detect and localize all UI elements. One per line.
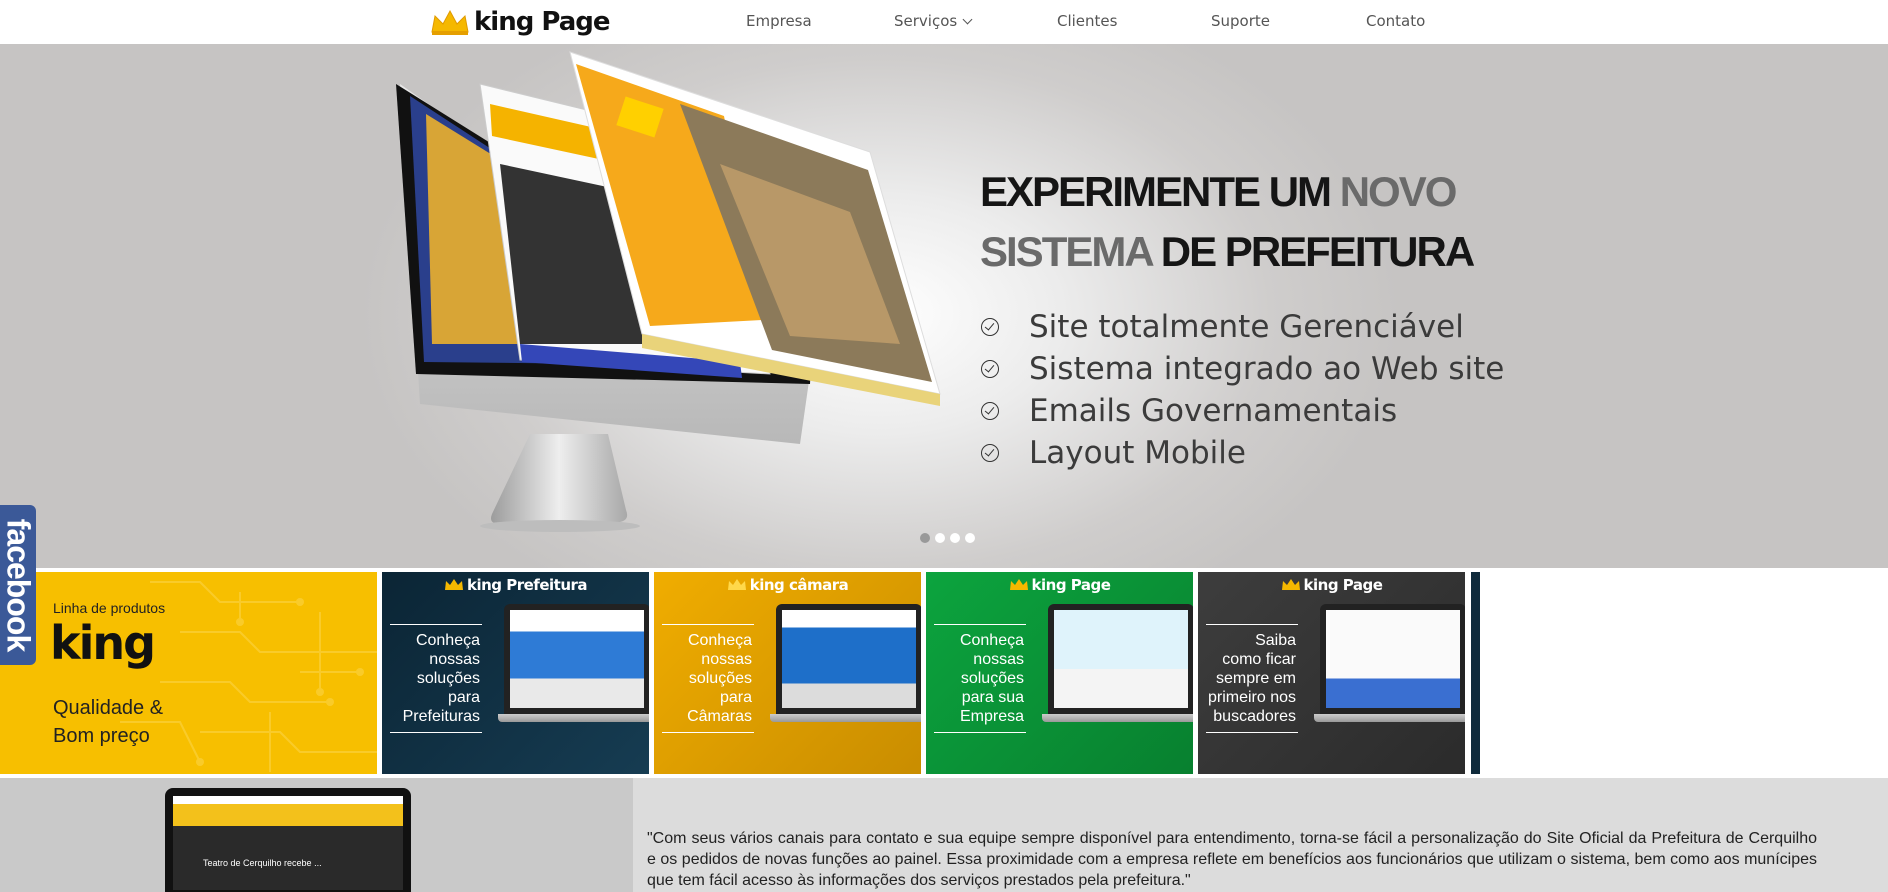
facebook-tab[interactable]: facebook: [0, 505, 37, 665]
crown-icon: [1009, 579, 1028, 590]
product-card-empresa[interactable]: king Page Conheça nossas soluções para s…: [926, 572, 1193, 774]
monitor-image: Teatro de Cerquilho recebe ...: [165, 788, 411, 892]
nav-label: Serviços: [894, 12, 958, 30]
intro-brand: king: [50, 616, 156, 670]
card-line: para: [719, 689, 752, 706]
slider-dots: [920, 533, 975, 543]
check-circle-icon: [981, 444, 999, 462]
feature-item: Sistema integrado ao Web site: [980, 348, 1504, 390]
headline-part: DE PREFEITURA: [1151, 228, 1475, 275]
screen-caption: Teatro de Cerquilho recebe ...: [203, 858, 322, 868]
feature-label: Emails Governamentais: [1029, 393, 1398, 429]
card-line: Conheça: [415, 632, 480, 649]
product-card-buscadores[interactable]: king Page Saiba como ficar sempre em pri…: [1198, 572, 1465, 774]
feature-label: Site totalmente Gerenciável: [1029, 309, 1464, 345]
product-card-prefeitura[interactable]: king Prefeitura Conheça nossas soluções …: [382, 572, 649, 774]
card-line: como ficar: [1222, 651, 1296, 668]
card-brand: king câmara: [654, 576, 921, 594]
card-line: nossas: [973, 651, 1024, 668]
card-line: buscadores: [1213, 708, 1296, 725]
intro-tagline: Qualidade & Bom preço: [53, 694, 163, 750]
logo-text: king Page: [474, 7, 611, 37]
card-brand: king Page: [1198, 576, 1465, 594]
tagline-line: Qualidade &: [53, 697, 164, 719]
testimonial-image: Teatro de Cerquilho recebe ...: [0, 778, 633, 892]
card-text: Conheça nossas soluções para Câmaras: [662, 624, 754, 733]
card-line: nossas: [701, 651, 752, 668]
card-line: soluções: [960, 670, 1024, 687]
product-card-camara[interactable]: king câmara Conheça nossas soluções para…: [654, 572, 921, 774]
card-line: sempre em: [1215, 670, 1296, 687]
nav-servicos[interactable]: Serviços: [894, 12, 973, 30]
headline-part: EXPERIMENTE UM: [980, 168, 1340, 215]
monitor-illustration: [396, 51, 941, 532]
testimonial-quote: "Com seus vários canais para contato e s…: [647, 830, 1817, 889]
card-line: Câmaras: [687, 708, 752, 725]
feature-item: Layout Mobile: [980, 432, 1504, 474]
feature-item: Emails Governamentais: [980, 390, 1504, 432]
card-brand-label: king Page: [1303, 576, 1383, 594]
nav-label: Suporte: [1211, 12, 1271, 30]
headline-part: SISTEMA: [980, 228, 1153, 275]
card-brand-label: king câmara: [749, 576, 849, 594]
nav-label: Empresa: [746, 12, 812, 30]
crown-icon: [727, 579, 746, 590]
slider-dot[interactable]: [935, 533, 945, 543]
card-line: Saiba: [1255, 632, 1296, 649]
card-brand: king Prefeitura: [382, 576, 649, 594]
next-card-edge: [1471, 572, 1480, 774]
card-text: Saiba como ficar sempre em primeiro nos …: [1206, 624, 1298, 733]
card-line: Conheça: [687, 632, 752, 649]
products-intro-card: Linha de produtos king Qualidade & Bom p…: [0, 572, 377, 774]
card-line: soluções: [416, 670, 480, 687]
laptop-image: [770, 600, 921, 748]
feature-label: Sistema integrado ao Web site: [1029, 351, 1505, 387]
card-line: Prefeituras: [402, 708, 480, 725]
card-line: Empresa: [959, 708, 1024, 725]
card-text: Conheça nossas soluções para sua Empresa: [934, 624, 1026, 733]
card-line: Conheça: [959, 632, 1024, 649]
product-strip: Linha de produtos king Qualidade & Bom p…: [0, 572, 1480, 774]
intro-subtitle: Linha de produtos: [53, 600, 166, 616]
feature-label: Layout Mobile: [1029, 435, 1246, 471]
laptop-image: [1314, 600, 1465, 748]
nav-clientes[interactable]: Clientes: [1057, 12, 1117, 30]
card-text: Conheça nossas soluções para Prefeituras: [390, 624, 482, 733]
card-line: para: [447, 689, 480, 706]
laptop-image: [498, 600, 649, 748]
card-line: nossas: [429, 651, 480, 668]
crown-icon: [431, 9, 469, 35]
slider-dot[interactable]: [965, 533, 975, 543]
hero-headline: EXPERIMENTE UM NOVO SISTEMA DE PREFEITUR…: [980, 162, 1475, 282]
crown-icon: [444, 579, 463, 590]
crown-icon: [1281, 579, 1300, 590]
site-logo[interactable]: king Page: [430, 6, 611, 38]
site-header: king Page Empresa Serviços Clientes Supo…: [0, 0, 1888, 44]
nav-label: Contato: [1366, 12, 1426, 30]
card-brand-label: king Page: [1031, 576, 1111, 594]
testimonial-section: Teatro de Cerquilho recebe ... "Com seus…: [0, 778, 1888, 892]
hero-slider[interactable]: EXPERIMENTE UM NOVO SISTEMA DE PREFEITUR…: [0, 44, 1888, 568]
card-line: para sua: [961, 689, 1024, 706]
nav-empresa[interactable]: Empresa: [746, 12, 812, 30]
headline-part: NOVO: [1339, 168, 1458, 215]
check-circle-icon: [981, 318, 999, 336]
slider-dot[interactable]: [920, 533, 930, 543]
chevron-down-icon: [962, 14, 973, 25]
card-line: primeiro nos: [1207, 689, 1296, 706]
feature-item: Site totalmente Gerenciável: [980, 306, 1504, 348]
nav-label: Clientes: [1057, 12, 1118, 30]
nav-suporte[interactable]: Suporte: [1211, 12, 1270, 30]
tagline-line: Bom preço: [53, 725, 150, 747]
laptop-image: [1042, 600, 1193, 748]
card-brand-label: king Prefeitura: [466, 576, 588, 594]
card-brand: king Page: [926, 576, 1193, 594]
feature-list: Site totalmente Gerenciável Sistema inte…: [980, 306, 1504, 474]
nav-contato[interactable]: Contato: [1366, 12, 1425, 30]
card-line: soluções: [688, 670, 752, 687]
check-circle-icon: [981, 402, 999, 420]
slider-dot[interactable]: [950, 533, 960, 543]
facebook-label: facebook: [0, 518, 37, 652]
check-circle-icon: [981, 360, 999, 378]
